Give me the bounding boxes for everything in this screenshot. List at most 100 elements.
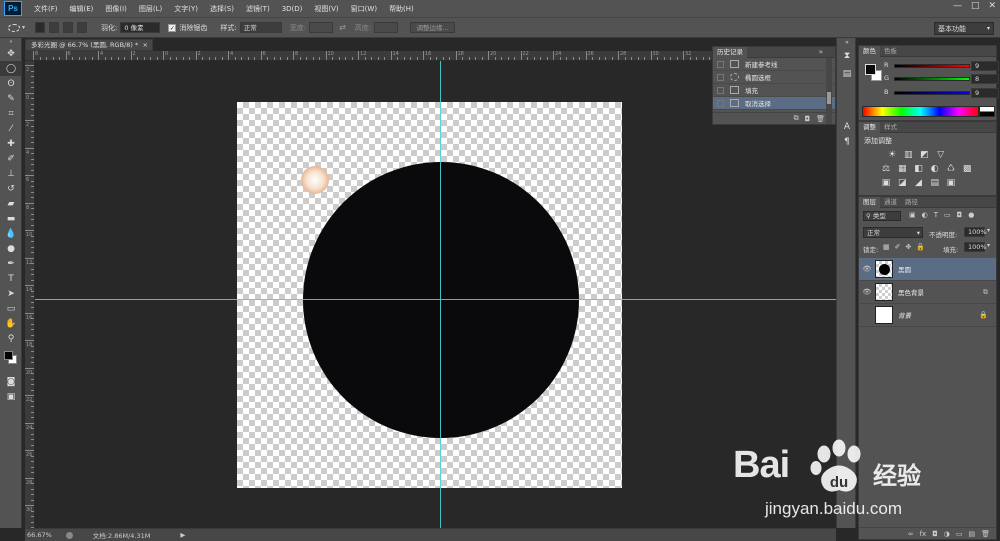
- height-input[interactable]: [374, 22, 399, 33]
- menu-type[interactable]: 文字(Y): [168, 4, 204, 14]
- visibility-eye-icon[interactable]: 👁: [859, 265, 875, 273]
- tab-adjustments[interactable]: 调整: [859, 121, 880, 133]
- tab-paths[interactable]: 路径: [901, 197, 922, 208]
- type-tool-icon[interactable]: T: [0, 271, 22, 286]
- lock-pixels-icon[interactable]: ✐: [895, 243, 901, 251]
- width-input[interactable]: [309, 22, 334, 33]
- photo-filter-icon[interactable]: ◐: [928, 164, 942, 174]
- opacity-chevron-icon[interactable]: ▾: [987, 227, 990, 234]
- brightness-icon[interactable]: ☀: [885, 150, 899, 160]
- tab-channels[interactable]: 通道: [880, 197, 901, 208]
- canvas-area[interactable]: [35, 61, 836, 528]
- layer-filter-select[interactable]: ⚲ 类型: [863, 211, 901, 221]
- hand-tool-icon[interactable]: ✋: [0, 316, 22, 331]
- tab-layers[interactable]: 图层: [859, 196, 880, 208]
- lock-all-icon[interactable]: 🔒: [916, 243, 925, 251]
- guide-vertical[interactable]: [440, 61, 441, 528]
- scrollbar-thumb[interactable]: [827, 92, 831, 104]
- pen-tool-icon[interactable]: ✒: [0, 256, 22, 271]
- history-checkbox[interactable]: [717, 99, 724, 107]
- menu-edit[interactable]: 编辑(E): [64, 4, 100, 14]
- menu-filter[interactable]: 滤镜(T): [240, 4, 276, 14]
- paragraph-panel-icon[interactable]: ¶: [837, 134, 857, 149]
- eraser-tool-icon[interactable]: ▰: [0, 196, 22, 211]
- tab-swatches[interactable]: 色板: [880, 46, 901, 57]
- lock-transparent-icon[interactable]: ▦: [883, 243, 890, 251]
- layer-name[interactable]: 黑圆: [898, 264, 996, 274]
- slider-b[interactable]: [894, 91, 970, 95]
- filter-shape-icon[interactable]: ▭: [944, 211, 951, 219]
- menu-view[interactable]: 视图(V): [308, 4, 344, 14]
- value-b[interactable]: 9: [971, 88, 999, 98]
- style-select[interactable]: 正常: [239, 22, 282, 33]
- layer-row[interactable]: 👁 黑圆: [859, 258, 996, 281]
- layer-row[interactable]: 👁 黑色背景 ⧉: [859, 281, 996, 304]
- document-tab[interactable]: 多彩光圈 @ 66.7% (黑圆, RGB/8) * ×: [25, 39, 153, 51]
- menu-file[interactable]: 文件(F): [28, 4, 64, 14]
- history-item[interactable]: 椭圆选框: [713, 71, 835, 84]
- hue-saturation-icon[interactable]: ▦: [895, 164, 909, 174]
- lasso-tool-icon[interactable]: ʘ: [0, 76, 22, 91]
- gradient-map-icon[interactable]: ▤: [928, 178, 942, 188]
- trash-icon[interactable]: 🗑: [816, 115, 825, 123]
- tab-color[interactable]: 颜色: [859, 45, 880, 57]
- blend-mode-select[interactable]: 正常 ▾: [863, 227, 923, 238]
- vibrance-icon[interactable]: ▽: [934, 150, 948, 160]
- layer-thumbnail[interactable]: [875, 260, 893, 278]
- channel-mixer-icon[interactable]: ♺: [944, 164, 958, 174]
- levels-icon[interactable]: ▥: [901, 150, 915, 160]
- history-item[interactable]: 填充: [713, 84, 835, 97]
- history-scrollbar[interactable]: [826, 58, 832, 124]
- tool-preset-chevron-icon[interactable]: ▾: [22, 24, 25, 31]
- black-white-icon[interactable]: ◧: [911, 164, 925, 174]
- fill-chevron-icon[interactable]: ▾: [987, 242, 990, 249]
- filter-toggle-icon[interactable]: ●: [968, 211, 974, 219]
- posterize-icon[interactable]: ◪: [895, 178, 909, 188]
- tab-history[interactable]: 历史记录: [713, 46, 747, 58]
- properties-panel-icon[interactable]: ▤: [837, 66, 857, 81]
- character-panel-icon[interactable]: A: [837, 119, 857, 134]
- path-select-tool-icon[interactable]: ➤: [0, 286, 22, 301]
- menu-3d[interactable]: 3D(D): [276, 5, 309, 13]
- filter-adjustment-icon[interactable]: ◐: [922, 211, 928, 219]
- menu-image[interactable]: 图像(I): [99, 4, 133, 14]
- intersect-selection-button[interactable]: [77, 22, 88, 33]
- history-brush-tool-icon[interactable]: ↺: [0, 181, 22, 196]
- menu-select[interactable]: 选择(S): [204, 4, 240, 14]
- value-r[interactable]: 9: [971, 61, 999, 71]
- foreground-color-swatch[interactable]: [865, 64, 876, 75]
- new-selection-button[interactable]: [35, 22, 46, 33]
- layer-thumbnail[interactable]: [875, 283, 893, 301]
- layer-name[interactable]: 背景: [898, 310, 979, 320]
- close-button[interactable]: ✕: [988, 1, 996, 11]
- brush-tool-icon[interactable]: ✐: [0, 151, 22, 166]
- history-item[interactable]: 取消选择: [713, 97, 835, 110]
- elliptical-marquee-icon[interactable]: [8, 23, 20, 32]
- visibility-eye-icon[interactable]: 👁: [859, 288, 875, 296]
- history-item[interactable]: 新建参考线: [713, 58, 835, 71]
- fill-input[interactable]: 100%: [964, 242, 987, 252]
- workspace-select[interactable]: 基本功能 ▾: [934, 22, 994, 35]
- panel-collapse-icon[interactable]: »: [837, 38, 857, 46]
- screen-mode-icon[interactable]: ▣: [0, 389, 22, 404]
- maximize-button[interactable]: □: [971, 1, 980, 11]
- quick-select-tool-icon[interactable]: ✎: [0, 91, 22, 106]
- exposure-icon[interactable]: ◩: [917, 150, 931, 160]
- subtract-selection-button[interactable]: [63, 22, 74, 33]
- minimize-button[interactable]: —: [953, 1, 962, 11]
- zoom-tool-icon[interactable]: ⚲: [0, 331, 22, 346]
- filter-smart-icon[interactable]: ◘: [957, 211, 963, 219]
- value-g[interactable]: 8: [971, 74, 999, 84]
- color-lookup-icon[interactable]: ▩: [960, 164, 974, 174]
- dodge-tool-icon[interactable]: ●: [0, 241, 22, 256]
- snapshot-icon[interactable]: ◘: [805, 115, 811, 123]
- history-checkbox[interactable]: [717, 86, 724, 94]
- blur-tool-icon[interactable]: 💧: [0, 226, 22, 241]
- eyedropper-tool-icon[interactable]: ⁄: [0, 121, 22, 136]
- rectangle-tool-icon[interactable]: ▭: [0, 301, 22, 316]
- layer-thumbnail[interactable]: [875, 306, 893, 324]
- selective-color-icon[interactable]: ▣: [944, 178, 958, 188]
- panel-collapse-icon[interactable]: »: [0, 38, 22, 46]
- menu-window[interactable]: 窗口(W): [345, 4, 383, 14]
- delete-layer-icon[interactable]: 🗑: [981, 530, 990, 538]
